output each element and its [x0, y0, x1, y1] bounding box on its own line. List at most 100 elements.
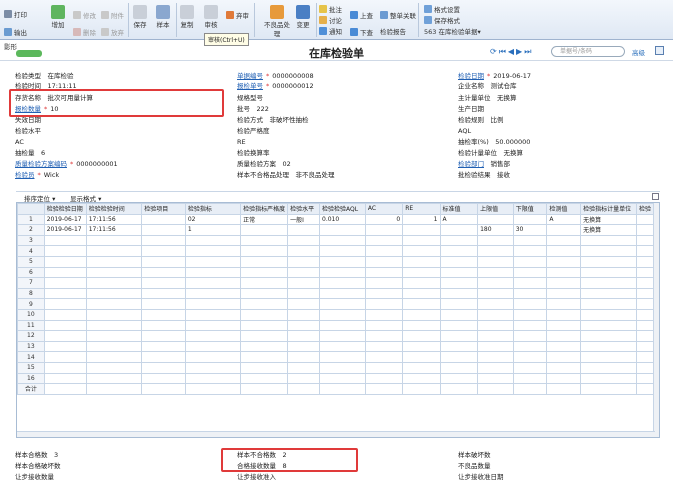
table-cell[interactable]	[439, 308, 479, 321]
table-cell[interactable]	[439, 224, 479, 236]
table-cell[interactable]: 17:11:56	[85, 224, 143, 236]
table-cell[interactable]	[240, 266, 289, 279]
table-cell[interactable]: 无换算	[580, 224, 637, 236]
table-cell[interactable]	[402, 287, 441, 300]
discuss-button[interactable]: 讨论	[319, 16, 342, 26]
table-cell[interactable]	[43, 330, 87, 342]
check-type-value[interactable]: 在库检验	[48, 72, 74, 80]
record-navigator[interactable]: ⟳⏮◀▶⏭	[490, 47, 533, 57]
inspector-value[interactable]: Wick	[44, 171, 59, 179]
table-cell[interactable]: 2019-06-17	[43, 213, 87, 226]
table-cell[interactable]	[580, 234, 637, 247]
print-button[interactable]: 打印	[4, 10, 27, 20]
table-cell[interactable]	[85, 298, 143, 310]
table-cell[interactable]	[240, 319, 289, 332]
table-cell[interactable]	[141, 266, 186, 279]
table-row[interactable]: 6	[17, 266, 659, 279]
table-cell[interactable]	[141, 245, 186, 257]
table-cell[interactable]	[141, 361, 186, 374]
table-cell[interactable]	[141, 287, 186, 300]
table-cell[interactable]	[364, 330, 404, 342]
table-row[interactable]: 5	[17, 255, 659, 268]
table-cell[interactable]	[184, 372, 242, 385]
table-cell[interactable]: 正常	[240, 213, 289, 226]
table-row[interactable]: 8	[17, 287, 659, 300]
table-cell[interactable]	[319, 277, 366, 289]
table-cell[interactable]	[43, 287, 87, 300]
table-cell[interactable]	[319, 266, 366, 279]
table-cell[interactable]	[512, 351, 548, 363]
table-cell[interactable]	[141, 224, 186, 236]
table-cell[interactable]	[287, 308, 321, 321]
table-cell[interactable]	[580, 330, 637, 342]
table-cell[interactable]	[364, 340, 404, 353]
table-cell[interactable]	[546, 266, 582, 279]
table-cell[interactable]	[43, 234, 87, 247]
table-cell[interactable]	[240, 234, 289, 247]
table-cell[interactable]	[512, 308, 548, 321]
table-cell[interactable]	[184, 287, 242, 300]
table-cell[interactable]	[287, 340, 321, 353]
table-cell[interactable]: A	[546, 213, 582, 226]
add-button[interactable]: 增加	[47, 2, 69, 30]
table-cell[interactable]	[439, 277, 479, 289]
table-cell[interactable]	[287, 255, 321, 268]
layout-icon[interactable]	[655, 46, 664, 55]
table-cell[interactable]	[580, 351, 637, 363]
table-cell[interactable]	[402, 234, 441, 247]
table-cell[interactable]: 0.010	[319, 213, 366, 226]
column-header[interactable]: 上限值	[477, 203, 514, 215]
table-cell[interactable]	[85, 330, 143, 342]
table-cell[interactable]	[319, 298, 366, 310]
table-cell[interactable]	[43, 266, 87, 279]
table-cell[interactable]	[240, 330, 289, 342]
table-cell[interactable]	[402, 351, 441, 363]
table-cell[interactable]	[546, 351, 582, 363]
link-button[interactable]: 整单关联	[380, 11, 416, 21]
table-cell[interactable]	[402, 372, 441, 385]
table-cell[interactable]: 1	[402, 213, 441, 226]
table-cell[interactable]	[439, 372, 479, 385]
table-cell[interactable]	[141, 330, 186, 342]
table-cell[interactable]	[477, 340, 514, 353]
table-cell[interactable]	[240, 245, 289, 257]
table-cell[interactable]	[512, 319, 548, 332]
table-cell[interactable]	[477, 351, 514, 363]
table-cell[interactable]	[477, 287, 514, 300]
table-cell[interactable]	[477, 330, 514, 342]
query-up-button[interactable]: 上查	[350, 11, 373, 21]
table-cell[interactable]	[402, 255, 441, 268]
table-cell[interactable]	[364, 308, 404, 321]
column-header[interactable]: AC	[364, 203, 404, 215]
table-cell[interactable]	[319, 330, 366, 342]
table-cell[interactable]	[477, 372, 514, 385]
table-cell[interactable]: 30	[512, 224, 548, 236]
table-cell[interactable]	[319, 287, 366, 300]
table-cell[interactable]	[477, 266, 514, 279]
template-select[interactable]: 563 在库检验单据▾	[424, 28, 481, 37]
table-cell[interactable]	[439, 351, 479, 363]
column-header[interactable]: 检验检验AQL	[319, 203, 366, 215]
table-cell[interactable]	[43, 372, 87, 385]
table-cell[interactable]	[43, 308, 87, 321]
table-cell[interactable]	[439, 266, 479, 279]
attach-button[interactable]: 附件	[101, 11, 124, 21]
format-settings-button[interactable]: 格式设置	[424, 5, 460, 15]
table-cell[interactable]	[364, 245, 404, 257]
table-cell[interactable]	[512, 372, 548, 385]
save-button[interactable]: 保存	[129, 2, 151, 30]
table-cell[interactable]	[287, 266, 321, 279]
table-cell[interactable]	[546, 224, 582, 236]
table-cell[interactable]	[364, 298, 404, 310]
table-cell[interactable]	[512, 340, 548, 353]
table-cell[interactable]	[141, 255, 186, 268]
table-cell[interactable]	[402, 277, 441, 289]
table-cell[interactable]	[85, 255, 143, 268]
sample-button[interactable]: 样本	[152, 2, 174, 30]
table-cell[interactable]	[43, 319, 87, 332]
submit-button[interactable]: 弃审	[226, 11, 249, 21]
table-cell[interactable]	[512, 245, 548, 257]
table-cell[interactable]	[439, 287, 479, 300]
table-cell[interactable]	[546, 361, 582, 374]
table-row[interactable]: 16	[17, 372, 659, 385]
